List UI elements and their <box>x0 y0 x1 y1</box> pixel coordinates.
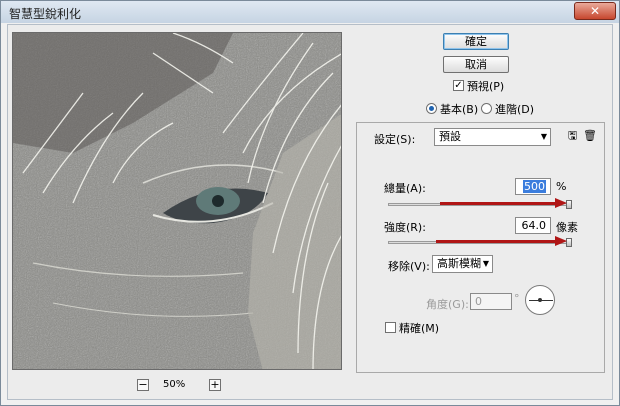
settings-select[interactable]: 預設 ▼ <box>434 128 551 146</box>
close-button[interactable]: ✕ <box>574 2 616 20</box>
chevron-down-icon: ▼ <box>482 259 489 268</box>
zoom-level: 50% <box>163 379 186 390</box>
angle-input[interactable]: 0 <box>470 293 512 310</box>
mode-basic-label: 基本(B) <box>440 103 479 116</box>
angle-value: 0 <box>475 295 482 308</box>
amount-label: 總量(A): <box>384 182 426 195</box>
mode-advanced-radio[interactable] <box>481 103 492 114</box>
radius-input[interactable]: 64.0 <box>515 217 551 234</box>
remove-select[interactable]: 高斯模糊 ▼ <box>432 255 493 273</box>
window-title: 智慧型銳利化 <box>9 7 82 21</box>
more-accurate-checkbox[interactable] <box>385 322 396 333</box>
mode-advanced-label: 進階(D) <box>495 103 535 116</box>
ok-button[interactable]: 確定 <box>443 33 509 50</box>
zoom-in-button[interactable]: + <box>209 379 221 391</box>
eye-photo <box>13 33 341 369</box>
preview-checkbox[interactable]: ✓ <box>453 80 464 91</box>
zoom-out-button[interactable]: − <box>137 379 149 391</box>
preview-image[interactable] <box>12 32 342 370</box>
settings-value: 預設 <box>439 130 461 143</box>
radius-arrow-line <box>436 240 556 243</box>
angle-label: 角度(G): <box>426 298 469 311</box>
preview-checkbox-label: 預視(P) <box>467 80 505 93</box>
mode-basic-radio[interactable] <box>426 103 437 114</box>
amount-unit: % <box>556 180 567 193</box>
amount-value: 500 <box>523 180 546 193</box>
title-bar: 智慧型銳利化 <box>1 1 619 23</box>
amount-arrow-head-icon <box>555 198 567 208</box>
amount-input[interactable]: 500 <box>515 178 551 195</box>
radius-unit: 像素 <box>556 221 578 234</box>
cancel-button[interactable]: 取消 <box>443 56 509 73</box>
settings-group <box>356 122 605 373</box>
amount-arrow-line <box>440 202 556 205</box>
radius-value: 64.0 <box>521 219 547 232</box>
remove-label: 移除(V): <box>388 260 430 273</box>
radius-arrow-head-icon <box>555 236 567 246</box>
angle-dial[interactable] <box>525 285 555 315</box>
remove-value: 高斯模糊 <box>437 257 481 270</box>
angle-unit: ° <box>514 292 520 305</box>
save-settings-icon[interactable]: 🖫 <box>566 129 579 142</box>
radius-label: 強度(R): <box>384 221 426 234</box>
chevron-down-icon: ▼ <box>540 132 547 141</box>
settings-label: 設定(S): <box>374 133 416 146</box>
more-accurate-label: 精確(M) <box>399 322 440 335</box>
trash-icon[interactable]: 🗑 <box>583 129 597 142</box>
